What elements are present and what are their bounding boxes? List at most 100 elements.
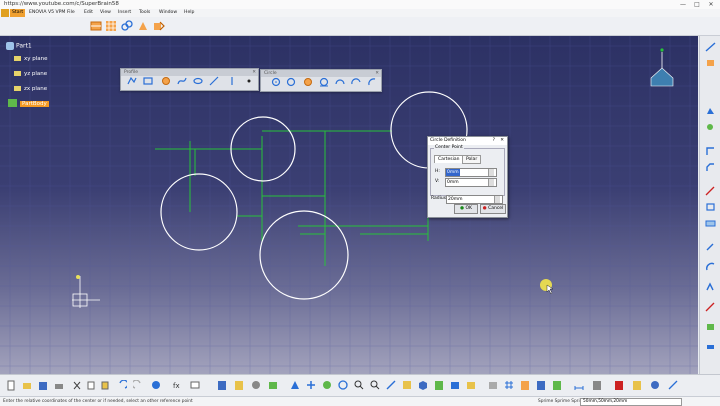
zoom-out-icon[interactable] xyxy=(370,380,380,391)
help-button[interactable]: ? xyxy=(493,137,495,145)
construction-icon[interactable] xyxy=(536,380,546,391)
operation-icon[interactable] xyxy=(705,106,716,116)
cut-by-sketch-plane-icon[interactable] xyxy=(592,380,602,391)
menu-file[interactable]: File xyxy=(67,9,75,17)
apply-material-icon[interactable] xyxy=(632,380,642,391)
circle-center-icon[interactable] xyxy=(271,77,281,87)
zoom-in-icon[interactable] xyxy=(354,380,364,391)
axis-icon[interactable] xyxy=(227,76,237,86)
cancel-button[interactable]: ● Cancel xyxy=(480,204,506,214)
copy-icon[interactable] xyxy=(86,380,96,391)
grid-icon[interactable] xyxy=(105,20,117,32)
sketch-canvas[interactable]: Part1 xy plane yz plane zx plane PartBod… xyxy=(0,36,698,374)
hide-show-icon[interactable] xyxy=(450,380,460,391)
macro-icon[interactable] xyxy=(268,380,278,391)
close-icon[interactable]: ✕ xyxy=(375,70,379,77)
iso-view-icon[interactable] xyxy=(418,380,428,391)
exit-workbench-icon[interactable] xyxy=(137,20,149,32)
constraint-tool-icon[interactable] xyxy=(705,42,716,52)
circle-toolbar-header[interactable]: Circle ✕ xyxy=(261,70,381,77)
fix-icon[interactable] xyxy=(705,58,716,68)
arc-limits-icon[interactable] xyxy=(351,77,361,87)
trim-icon[interactable] xyxy=(705,186,716,196)
h-spinner[interactable] xyxy=(488,169,494,176)
fly-mode-icon[interactable] xyxy=(290,380,300,391)
menu-insert[interactable]: Insert xyxy=(118,9,131,17)
sketch-icon[interactable] xyxy=(90,20,102,32)
tree-item-xy-plane[interactable]: xy plane xyxy=(14,56,48,62)
fx-icon[interactable]: fx xyxy=(173,380,183,391)
open-icon[interactable] xyxy=(22,380,32,391)
tree-item-zx-plane[interactable]: zx plane xyxy=(14,86,47,92)
auto-constraint-icon[interactable] xyxy=(705,282,716,292)
spline-icon[interactable] xyxy=(177,76,187,86)
measure-icon[interactable] xyxy=(705,342,716,352)
rectangle-icon[interactable] xyxy=(143,76,153,86)
ellipse-icon[interactable] xyxy=(193,76,203,86)
line-icon[interactable] xyxy=(209,76,219,86)
mirror-icon[interactable] xyxy=(705,202,716,212)
catalog-icon[interactable] xyxy=(217,380,227,391)
circle-coordinates-icon[interactable] xyxy=(303,77,313,87)
sketch-analysis-icon[interactable] xyxy=(488,380,498,391)
tritangent-circle-icon[interactable] xyxy=(319,77,329,87)
pan-icon[interactable] xyxy=(322,380,332,391)
constraint-icon[interactable] xyxy=(121,20,133,32)
tree-item-yz-plane[interactable]: yz plane xyxy=(14,71,47,77)
dimensional-constraints-icon[interactable] xyxy=(574,380,584,391)
animate-icon[interactable] xyxy=(705,302,716,312)
profile-icon[interactable] xyxy=(127,76,137,86)
menu-view[interactable]: View xyxy=(100,9,111,17)
tree-item-partbody[interactable]: PartBody xyxy=(8,99,49,107)
constraint-dim-icon[interactable] xyxy=(705,242,716,252)
multi-view-icon[interactable] xyxy=(402,380,412,391)
three-point-circle-icon[interactable] xyxy=(286,77,296,87)
close-button[interactable]: ✕ xyxy=(704,0,718,9)
tab-cartesian[interactable]: Cartesian xyxy=(434,155,464,163)
geometric-constraints-icon[interactable] xyxy=(552,380,562,391)
cut-part-icon[interactable] xyxy=(153,20,165,32)
v-field[interactable]: 0mm xyxy=(445,178,497,187)
dialog-close-button[interactable]: ✕ xyxy=(500,137,504,145)
radius-spinner[interactable] xyxy=(494,196,500,203)
edit-multi-icon[interactable] xyxy=(705,322,716,332)
grid-toggle-icon[interactable] xyxy=(504,380,514,391)
three-point-arc-icon[interactable] xyxy=(335,77,345,87)
whats-this-icon[interactable] xyxy=(151,380,161,391)
project-icon[interactable] xyxy=(705,218,716,228)
point-icon[interactable] xyxy=(244,76,254,86)
chamfer-icon[interactable] xyxy=(705,162,716,172)
snap-icon[interactable] xyxy=(705,122,716,132)
save-icon[interactable] xyxy=(38,380,48,391)
comment-icon[interactable] xyxy=(190,380,200,391)
render-icon[interactable] xyxy=(650,380,660,391)
menu-edit[interactable]: Edit xyxy=(84,9,93,17)
menu-window[interactable]: Window xyxy=(159,9,177,17)
profile-toolbar-header[interactable]: Profile ✕ xyxy=(121,69,258,76)
swap-visible-icon[interactable] xyxy=(466,380,476,391)
fit-all-icon[interactable] xyxy=(306,380,316,391)
menu-enovia[interactable]: ENOVIA V5 VPM xyxy=(29,9,65,17)
paste-icon[interactable] xyxy=(100,380,110,391)
menu-help[interactable]: Help xyxy=(184,9,194,17)
maximize-button[interactable]: □ xyxy=(690,0,704,9)
menu-start[interactable]: Start xyxy=(10,9,26,17)
circle-icon[interactable] xyxy=(161,76,171,86)
close-icon[interactable]: ✕ xyxy=(252,69,256,76)
corner-icon[interactable] xyxy=(705,146,716,156)
menu-tools[interactable]: Tools xyxy=(139,9,150,17)
knowledge-icon[interactable] xyxy=(251,380,261,391)
normal-view-icon[interactable] xyxy=(386,380,396,391)
measure-between-icon[interactable] xyxy=(668,380,678,391)
rotate-icon[interactable] xyxy=(338,380,348,391)
redo-icon[interactable] xyxy=(133,380,143,391)
shading-icon[interactable] xyxy=(434,380,444,391)
h-field[interactable]: 0mm xyxy=(445,168,497,177)
print-icon[interactable] xyxy=(54,380,64,391)
tools-palette-icon[interactable] xyxy=(614,380,624,391)
tab-polar[interactable]: Polar xyxy=(462,155,482,164)
snap-to-point-icon[interactable] xyxy=(520,380,530,391)
cut-icon[interactable] xyxy=(72,380,82,391)
radius-field[interactable]: 20mm xyxy=(446,195,503,204)
dialog-header[interactable]: Circle Definition ? ✕ xyxy=(428,137,507,145)
